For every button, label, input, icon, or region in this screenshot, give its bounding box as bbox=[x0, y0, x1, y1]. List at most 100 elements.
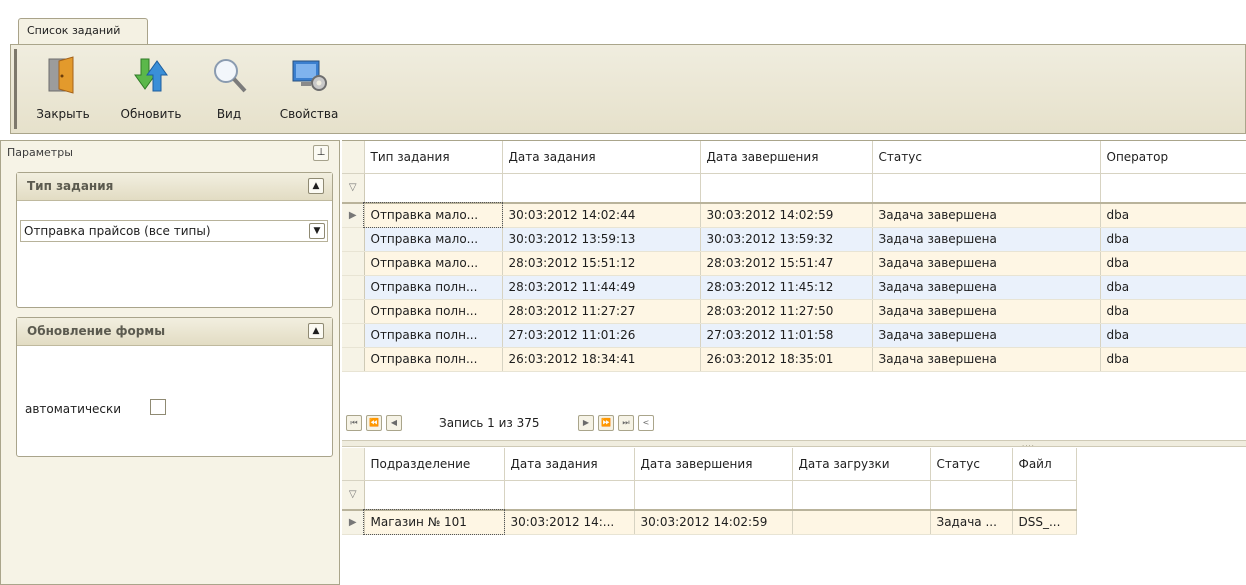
table-cell[interactable]: Задача завершена bbox=[872, 299, 1101, 324]
table-cell[interactable]: 26:03:2012 18:34:41 bbox=[502, 347, 701, 372]
collapse-icon[interactable]: ▲ bbox=[308, 323, 324, 339]
column-header-status[interactable]: Статус bbox=[930, 448, 1013, 481]
next-record-icon[interactable]: ▶ bbox=[578, 415, 594, 431]
prev-page-icon[interactable]: ⏪ bbox=[366, 415, 382, 431]
table-cell[interactable]: Отправка полн... bbox=[364, 323, 503, 348]
column-header-file[interactable]: Файл bbox=[1012, 448, 1077, 481]
task-type-select[interactable]: Отправка прайсов (все типы) ▼ bbox=[20, 220, 328, 242]
filter-icon[interactable]: ▽ bbox=[342, 480, 365, 511]
toolbar-grip[interactable] bbox=[14, 49, 17, 129]
table-cell[interactable]: Задача завершена bbox=[872, 275, 1101, 300]
table-row[interactable]: Отправка полн... 28:03:2012 11:27:27 28:03… bbox=[342, 299, 1246, 324]
filter-icon[interactable]: ▽ bbox=[342, 173, 365, 204]
table-cell[interactable] bbox=[792, 510, 931, 535]
row-indicator[interactable] bbox=[342, 227, 365, 252]
chevron-down-icon[interactable]: ▼ bbox=[309, 223, 325, 239]
table-cell[interactable]: dba bbox=[1100, 251, 1246, 276]
table-cell[interactable]: 27:03:2012 11:01:26 bbox=[502, 323, 701, 348]
table-cell[interactable]: Задача завершена bbox=[872, 227, 1101, 252]
table-cell[interactable]: 30:03:2012 13:59:32 bbox=[700, 227, 873, 252]
table-cell[interactable]: Задача завершена bbox=[872, 347, 1101, 372]
view-button[interactable]: Вид bbox=[199, 51, 259, 131]
table-cell[interactable]: Задача завершена bbox=[872, 323, 1101, 348]
column-header-end-date[interactable]: Дата завершения bbox=[700, 141, 873, 174]
table-cell[interactable]: 28:03:2012 11:27:50 bbox=[700, 299, 873, 324]
table-cell[interactable]: 30:03:2012 14:02:44 bbox=[502, 203, 701, 228]
row-indicator[interactable] bbox=[342, 323, 365, 348]
tab-task-list[interactable]: Список заданий bbox=[18, 18, 148, 45]
table-cell[interactable]: Задача завершена bbox=[872, 203, 1101, 228]
row-indicator[interactable] bbox=[342, 251, 365, 276]
row-indicator[interactable] bbox=[342, 347, 365, 372]
table-cell[interactable]: Отправка полн... bbox=[364, 299, 503, 324]
table-cell[interactable]: Отправка полн... bbox=[364, 275, 503, 300]
next-page-icon[interactable]: ⏩ bbox=[598, 415, 614, 431]
last-record-icon[interactable]: ⏭ bbox=[618, 415, 634, 431]
current-row-indicator-icon[interactable]: ▶ bbox=[342, 510, 365, 535]
table-cell[interactable]: 28:03:2012 15:51:12 bbox=[502, 251, 701, 276]
filter-cell[interactable] bbox=[930, 480, 1013, 511]
table-row[interactable]: Отправка мало... 28:03:2012 15:51:12 28:03… bbox=[342, 251, 1246, 276]
first-record-icon[interactable]: ⏮ bbox=[346, 415, 362, 431]
column-header-end-date[interactable]: Дата завершения bbox=[634, 448, 793, 481]
filter-cell[interactable] bbox=[634, 480, 793, 511]
filter-cell[interactable] bbox=[504, 480, 635, 511]
table-cell[interactable]: 30:03:2012 14:02:59 bbox=[634, 510, 793, 535]
table-row[interactable]: ▶ Магазин № 101 30:03:2012 14:... 30:03:201… bbox=[342, 509, 1077, 535]
row-indicator[interactable] bbox=[342, 275, 365, 300]
column-header-status[interactable]: Статус bbox=[872, 141, 1101, 174]
filter-cell[interactable] bbox=[1012, 480, 1077, 511]
pin-icon[interactable]: ⊥ bbox=[313, 145, 329, 161]
table-cell[interactable]: Задача ... bbox=[930, 510, 1013, 535]
table-cell[interactable]: Отправка мало... bbox=[364, 251, 503, 276]
current-row-indicator-icon[interactable]: ▶ bbox=[342, 203, 365, 228]
grid-splitter[interactable]: ···· bbox=[342, 440, 1246, 450]
prev-record-icon[interactable]: ◀ bbox=[386, 415, 402, 431]
close-button[interactable]: Закрыть bbox=[27, 51, 99, 131]
table-cell[interactable]: dba bbox=[1100, 203, 1246, 228]
table-row[interactable]: Отправка мало... 30:03:2012 13:59:13 30:03… bbox=[342, 227, 1246, 252]
table-cell[interactable]: 28:03:2012 15:51:47 bbox=[700, 251, 873, 276]
table-cell[interactable]: 28:03:2012 11:27:27 bbox=[502, 299, 701, 324]
filter-cell[interactable] bbox=[364, 480, 505, 511]
table-row[interactable]: Отправка полн... 28:03:2012 11:44:49 28:03… bbox=[342, 275, 1246, 300]
table-cell[interactable]: dba bbox=[1100, 347, 1246, 372]
column-header-task-date[interactable]: Дата задания bbox=[504, 448, 635, 481]
collapse-icon[interactable]: ▲ bbox=[308, 178, 324, 194]
table-cell[interactable]: Задача завершена bbox=[872, 251, 1101, 276]
column-header-task-date[interactable]: Дата задания bbox=[502, 141, 701, 174]
table-cell[interactable]: dba bbox=[1100, 275, 1246, 300]
table-row[interactable]: Отправка полн... 27:03:2012 11:01:26 27:03… bbox=[342, 323, 1246, 348]
filter-cell[interactable] bbox=[700, 173, 873, 204]
column-header-load-date[interactable]: Дата загрузки bbox=[792, 448, 931, 481]
table-cell[interactable]: Магазин № 101 bbox=[363, 509, 505, 535]
table-cell[interactable]: dba bbox=[1100, 299, 1246, 324]
filter-cell[interactable] bbox=[792, 480, 931, 511]
table-cell[interactable]: 30:03:2012 13:59:13 bbox=[502, 227, 701, 252]
table-cell[interactable]: Отправка мало... bbox=[363, 202, 503, 228]
table-cell[interactable]: DSS_... bbox=[1012, 510, 1077, 535]
filter-cell[interactable] bbox=[364, 173, 503, 204]
table-cell[interactable]: 27:03:2012 11:01:58 bbox=[700, 323, 873, 348]
scroll-left-icon[interactable]: < bbox=[638, 415, 654, 431]
table-cell[interactable]: dba bbox=[1100, 323, 1246, 348]
table-cell[interactable]: Отправка мало... bbox=[364, 227, 503, 252]
table-cell[interactable]: 28:03:2012 11:45:12 bbox=[700, 275, 873, 300]
table-cell[interactable]: 30:03:2012 14:... bbox=[504, 510, 635, 535]
column-header-department[interactable]: Подразделение bbox=[364, 448, 505, 481]
filter-cell[interactable] bbox=[872, 173, 1101, 204]
row-indicator[interactable] bbox=[342, 299, 365, 324]
table-cell[interactable]: 26:03:2012 18:35:01 bbox=[700, 347, 873, 372]
filter-cell[interactable] bbox=[502, 173, 701, 204]
table-cell[interactable]: 28:03:2012 11:44:49 bbox=[502, 275, 701, 300]
table-cell[interactable]: Отправка полн... bbox=[364, 347, 503, 372]
properties-button[interactable]: Свойства bbox=[269, 51, 349, 131]
table-cell[interactable]: dba bbox=[1100, 227, 1246, 252]
filter-cell[interactable] bbox=[1100, 173, 1246, 204]
table-cell[interactable]: 30:03:2012 14:02:59 bbox=[700, 203, 873, 228]
column-header-operator[interactable]: Оператор bbox=[1100, 141, 1246, 174]
column-header-task-type[interactable]: Тип задания bbox=[364, 141, 503, 174]
table-row[interactable]: ▶ Отправка мало... 30:03:2012 14:02:44 30:0… bbox=[342, 202, 1246, 228]
auto-refresh-checkbox[interactable] bbox=[150, 399, 166, 415]
table-row[interactable]: Отправка полн... 26:03:2012 18:34:41 26:03… bbox=[342, 347, 1246, 372]
